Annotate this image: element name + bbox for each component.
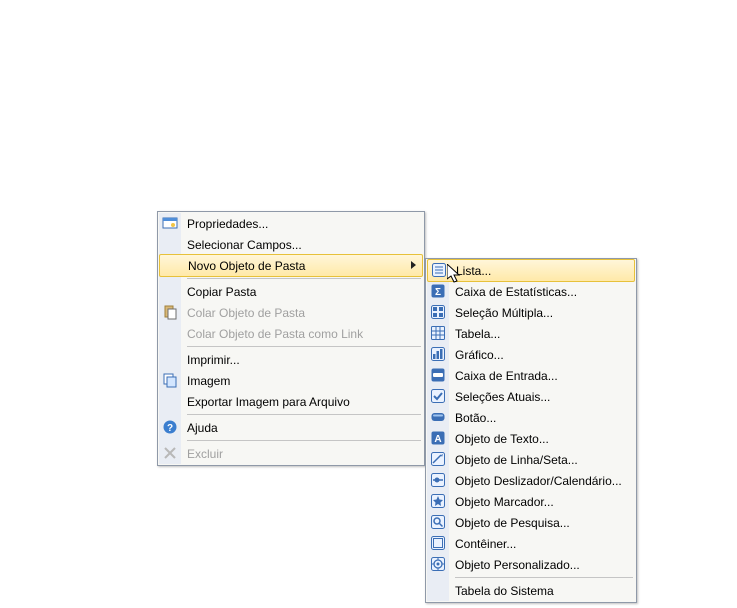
menu-item-label: Colar Objeto de Pasta como Link	[187, 327, 363, 341]
separator	[187, 440, 421, 441]
svg-text:Σ: Σ	[435, 287, 441, 298]
submenu-item-text[interactable]: A Objeto de Texto...	[427, 428, 635, 449]
submenu-item-current-selections[interactable]: Seleções Atuais...	[427, 386, 635, 407]
menu-item-label: Objeto Marcador...	[455, 495, 554, 509]
chart-icon	[430, 346, 446, 362]
submenu-item-multiselect[interactable]: Seleção Múltipla...	[427, 302, 635, 323]
selections-icon	[430, 388, 446, 404]
svg-text:?: ?	[167, 423, 173, 434]
menu-item-label: Objeto Deslizador/Calendário...	[455, 474, 622, 488]
menu-item-label: Propriedades...	[187, 217, 268, 231]
search-icon	[430, 514, 446, 530]
submenu-item-line[interactable]: Objeto de Linha/Seta...	[427, 449, 635, 470]
line-icon	[430, 451, 446, 467]
menu-item-label: Objeto de Pesquisa...	[455, 516, 570, 530]
menu-item-label: Caixa de Estatísticas...	[455, 285, 577, 299]
submenu-item-chart[interactable]: Gráfico...	[427, 344, 635, 365]
menu-items: Propriedades... Selecionar Campos... Nov…	[159, 213, 423, 464]
menu-item-label: Exportar Imagem para Arquivo	[187, 395, 350, 409]
menu-item-copy-sheet[interactable]: Copiar Pasta	[159, 281, 423, 302]
menu-item-label: Seleções Atuais...	[455, 390, 550, 404]
slider-icon	[430, 472, 446, 488]
menu-item-properties[interactable]: Propriedades...	[159, 213, 423, 234]
menu-item-label: Selecionar Campos...	[187, 238, 302, 252]
multiselect-icon	[430, 304, 446, 320]
menu-item-label: Objeto Personalizado...	[455, 558, 580, 572]
bookmark-icon	[430, 493, 446, 509]
menu-item-label: Gráfico...	[455, 348, 504, 362]
menu-item-label: Ajuda	[187, 421, 218, 435]
menu-item-label: Imprimir...	[187, 353, 240, 367]
menu-item-label: Tabela...	[455, 327, 500, 341]
separator	[455, 577, 633, 578]
context-menu-sub[interactable]: Lista... Σ Caixa de Estatísticas... Sele…	[425, 258, 637, 603]
input-icon	[430, 367, 446, 383]
menu-item-label: Contêiner...	[455, 537, 516, 551]
menu-item-label: Objeto de Texto...	[455, 432, 549, 446]
stats-icon: Σ	[430, 283, 446, 299]
submenu-item-inputbox[interactable]: Caixa de Entrada...	[427, 365, 635, 386]
submenu-item-table[interactable]: Tabela...	[427, 323, 635, 344]
menu-item-export-image[interactable]: Exportar Imagem para Arquivo	[159, 391, 423, 412]
menu-item-label: Botão...	[455, 411, 496, 425]
menu-item-label: Novo Objeto de Pasta	[188, 259, 305, 273]
menu-item-label: Excluir	[187, 447, 223, 461]
context-menu-main[interactable]: Propriedades... Selecionar Campos... Nov…	[157, 211, 425, 466]
menu-item-label: Imagem	[187, 374, 230, 388]
delete-icon	[162, 445, 178, 461]
submenu-item-custom[interactable]: Objeto Personalizado...	[427, 554, 635, 575]
menu-items: Lista... Σ Caixa de Estatísticas... Sele…	[427, 259, 635, 601]
separator	[187, 346, 421, 347]
menu-item-label: Tabela do Sistema	[455, 584, 554, 598]
menu-item-paste-object: Colar Objeto de Pasta	[159, 302, 423, 323]
submenu-item-system-table[interactable]: Tabela do Sistema	[427, 580, 635, 601]
menu-item-label: Caixa de Entrada...	[455, 369, 558, 383]
submenu-item-list[interactable]: Lista...	[427, 259, 635, 282]
menu-item-label: Objeto de Linha/Seta...	[455, 453, 578, 467]
table-icon	[430, 325, 446, 341]
menu-item-select-fields[interactable]: Selecionar Campos...	[159, 234, 423, 255]
separator	[187, 278, 421, 279]
menu-item-label: Seleção Múltipla...	[455, 306, 553, 320]
text-icon: A	[430, 430, 446, 446]
button-icon	[430, 409, 446, 425]
properties-icon	[162, 215, 178, 231]
separator	[187, 414, 421, 415]
submenu-item-container[interactable]: Contêiner...	[427, 533, 635, 554]
menu-item-label: Colar Objeto de Pasta	[187, 306, 305, 320]
submenu-item-slider[interactable]: Objeto Deslizador/Calendário...	[427, 470, 635, 491]
submenu-item-bookmark[interactable]: Objeto Marcador...	[427, 491, 635, 512]
help-icon: ?	[162, 419, 178, 435]
copy-icon	[162, 372, 178, 388]
svg-text:A: A	[434, 434, 441, 445]
container-icon	[430, 535, 446, 551]
menu-item-print[interactable]: Imprimir...	[159, 349, 423, 370]
paste-icon	[162, 304, 178, 320]
list-icon	[431, 262, 447, 278]
menu-item-help[interactable]: ? Ajuda	[159, 417, 423, 438]
menu-item-label: Copiar Pasta	[187, 285, 256, 299]
submenu-item-button[interactable]: Botão...	[427, 407, 635, 428]
submenu-arrow-icon	[411, 261, 416, 269]
menu-item-new-sheet-object[interactable]: Novo Objeto de Pasta	[159, 254, 423, 277]
submenu-item-search[interactable]: Objeto de Pesquisa...	[427, 512, 635, 533]
custom-icon	[430, 556, 446, 572]
menu-item-image[interactable]: Imagem	[159, 370, 423, 391]
menu-item-paste-link: Colar Objeto de Pasta como Link	[159, 323, 423, 344]
menu-item-delete: Excluir	[159, 443, 423, 464]
submenu-item-stats[interactable]: Σ Caixa de Estatísticas...	[427, 281, 635, 302]
menu-item-label: Lista...	[456, 264, 491, 278]
